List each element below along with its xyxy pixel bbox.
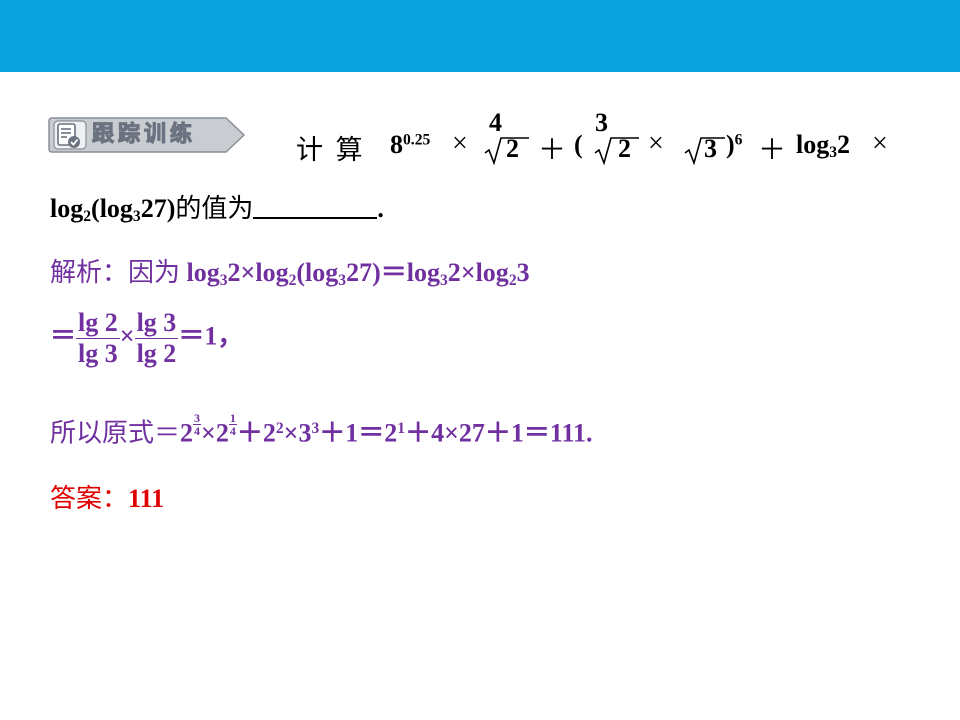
answer-value: 111: [128, 484, 165, 513]
fraction-2: lg 3 lg 2: [134, 308, 179, 368]
times-sign: ×: [648, 128, 664, 159]
times-sign: ×: [872, 128, 888, 159]
question-line-1: 计 算 80.25 × 4 2 ＋ ( 3 2 × 3 )6 ＋ log32 ×: [296, 106, 916, 170]
badge-label: 跟踪训练: [91, 122, 197, 148]
tracking-practice-badge: 跟踪训练: [48, 116, 246, 154]
answer-label: 答案：: [50, 484, 129, 514]
base-eight: 80.25: [390, 130, 431, 159]
times-sign: ×: [452, 128, 468, 159]
plus-sign: ＋: [758, 135, 787, 166]
analysis-line-2: ＝ lg 2 lg 3 × lg 3 lg 2 ＝1，: [50, 308, 244, 368]
header-bar: [0, 0, 960, 72]
root4-value: 2: [506, 134, 519, 163]
fraction-1: lg 2 lg 3: [76, 308, 120, 368]
checklist-icon: [57, 123, 80, 148]
answer-line: 答案：111: [50, 478, 164, 515]
radical-sign-icon: [594, 137, 639, 166]
analysis-line-3: 所以原式＝2 3 4 ×2 1 4 ＋22×33＋1＝21＋4×27＋1＝111.: [50, 411, 593, 449]
root4-index: 4: [489, 108, 502, 137]
exponent-fraction: 34: [193, 411, 202, 438]
calc-label: 计 算: [296, 135, 365, 166]
plus-sign: ＋: [538, 135, 567, 166]
right-paren-power: )6: [726, 130, 743, 159]
analysis-line-1: 解析：因为 log32×log2(log327)＝log32×log23: [50, 258, 530, 289]
exponent-fraction: 14: [228, 411, 237, 438]
log3-term: log32: [796, 130, 851, 161]
answer-blank[interactable]: [253, 193, 378, 219]
sqrt-value: 3: [704, 134, 717, 163]
root3-index: 3: [595, 108, 608, 137]
left-paren: (: [574, 130, 583, 159]
question-line-2: log2(log327)的值为.: [50, 193, 384, 225]
root3-value: 2: [618, 134, 631, 163]
